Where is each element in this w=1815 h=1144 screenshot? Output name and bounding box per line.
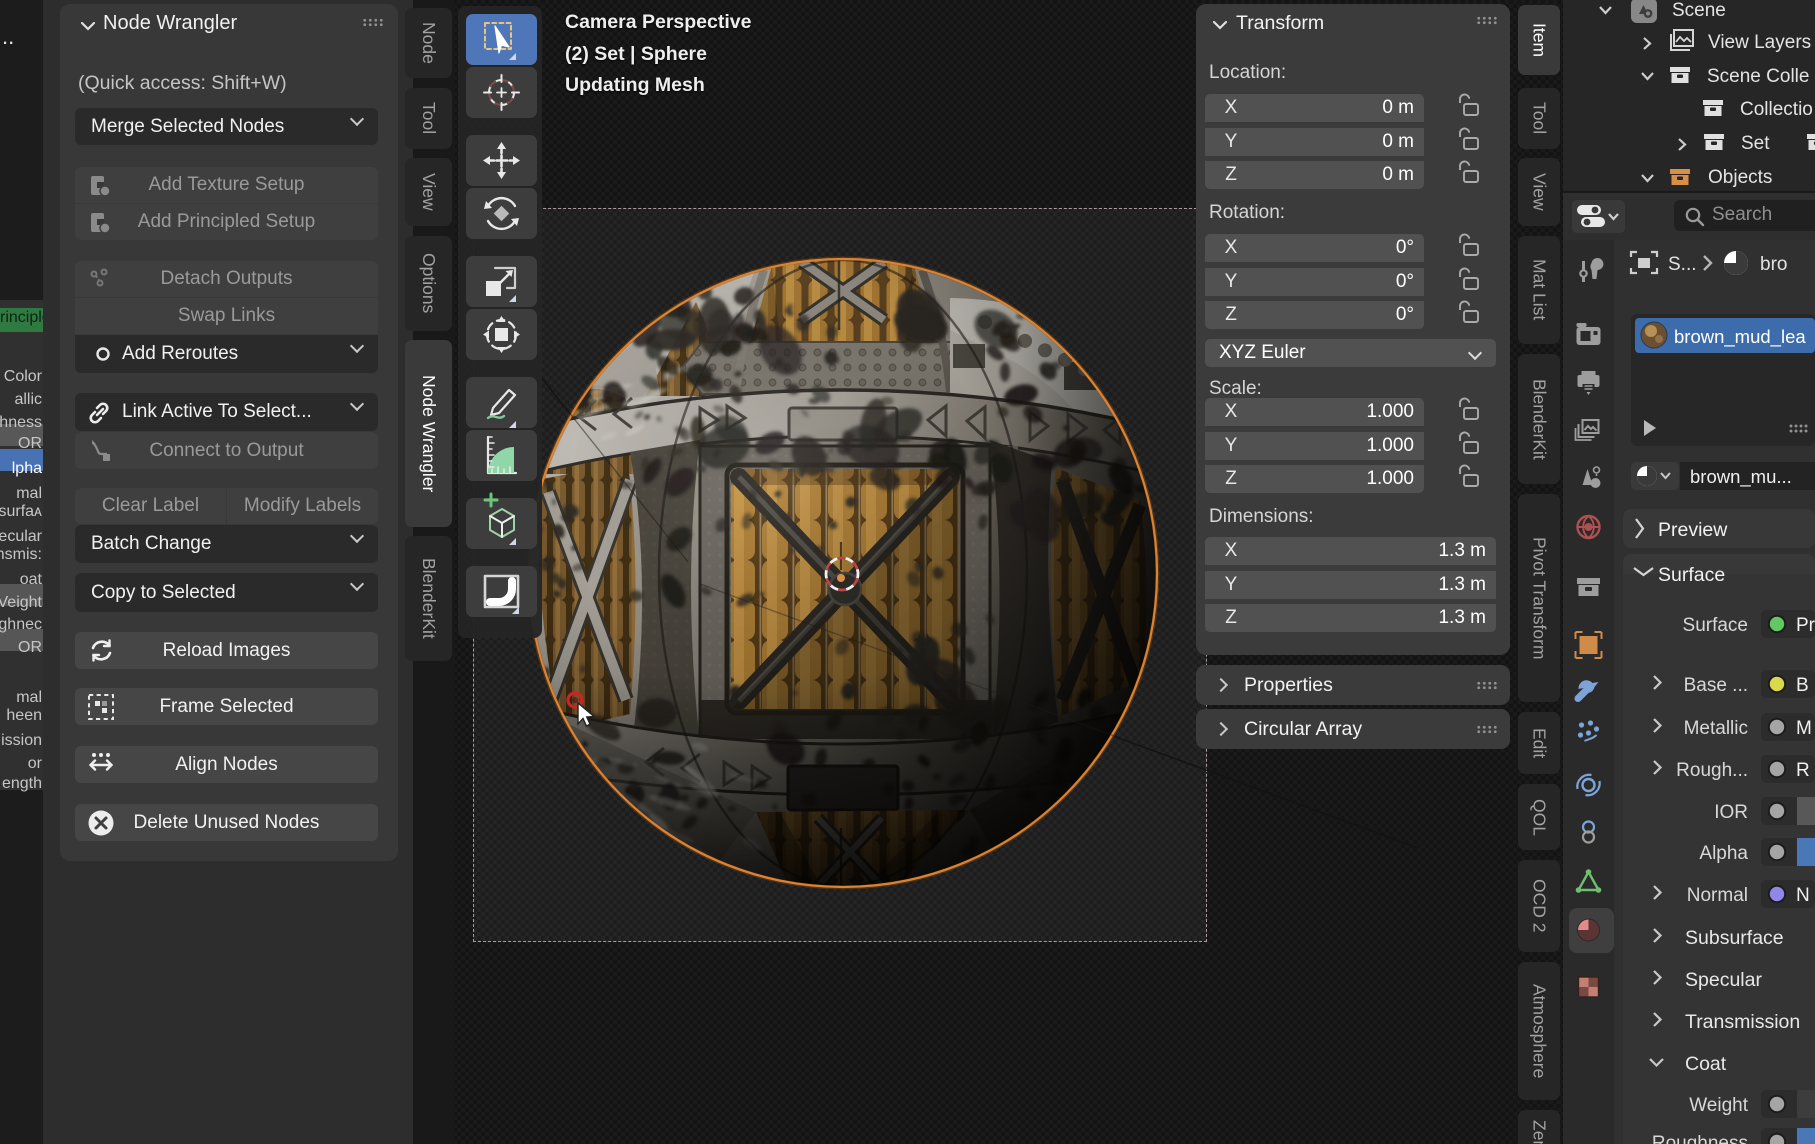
svg-text:Coat: Coat — [1685, 1053, 1727, 1075]
svg-text:Specular: Specular — [1685, 969, 1762, 991]
svg-text:Subsurface: Subsurface — [1685, 927, 1784, 949]
svg-text:Normal: Normal — [1687, 885, 1748, 906]
svg-text:bro: bro — [1760, 254, 1787, 275]
svg-text:M: M — [1796, 718, 1812, 739]
svg-text:N: N — [1796, 885, 1810, 906]
svg-text:B: B — [1796, 675, 1809, 696]
svg-text:IOR: IOR — [1714, 802, 1748, 823]
svg-text:R: R — [1796, 760, 1810, 781]
svg-text:brown_mud_lea: brown_mud_lea — [1674, 326, 1806, 348]
svg-text:Transmission: Transmission — [1685, 1011, 1800, 1033]
svg-text:Pr: Pr — [1796, 615, 1815, 636]
svg-text:Surface: Surface — [1683, 615, 1748, 636]
svg-text:Surface: Surface — [1658, 564, 1725, 586]
svg-text:Rough...: Rough... — [1676, 760, 1748, 781]
svg-text:Weight: Weight — [1689, 1095, 1749, 1116]
svg-text:S...: S... — [1668, 254, 1697, 275]
svg-text:Alpha: Alpha — [1699, 843, 1748, 864]
svg-text:Roughness: Roughness — [1652, 1133, 1748, 1144]
svg-text:Base ...: Base ... — [1684, 675, 1748, 696]
svg-text:Metallic: Metallic — [1684, 718, 1748, 739]
svg-text:Preview: Preview — [1658, 519, 1728, 541]
svg-text:brown_mu...: brown_mu... — [1690, 466, 1792, 488]
